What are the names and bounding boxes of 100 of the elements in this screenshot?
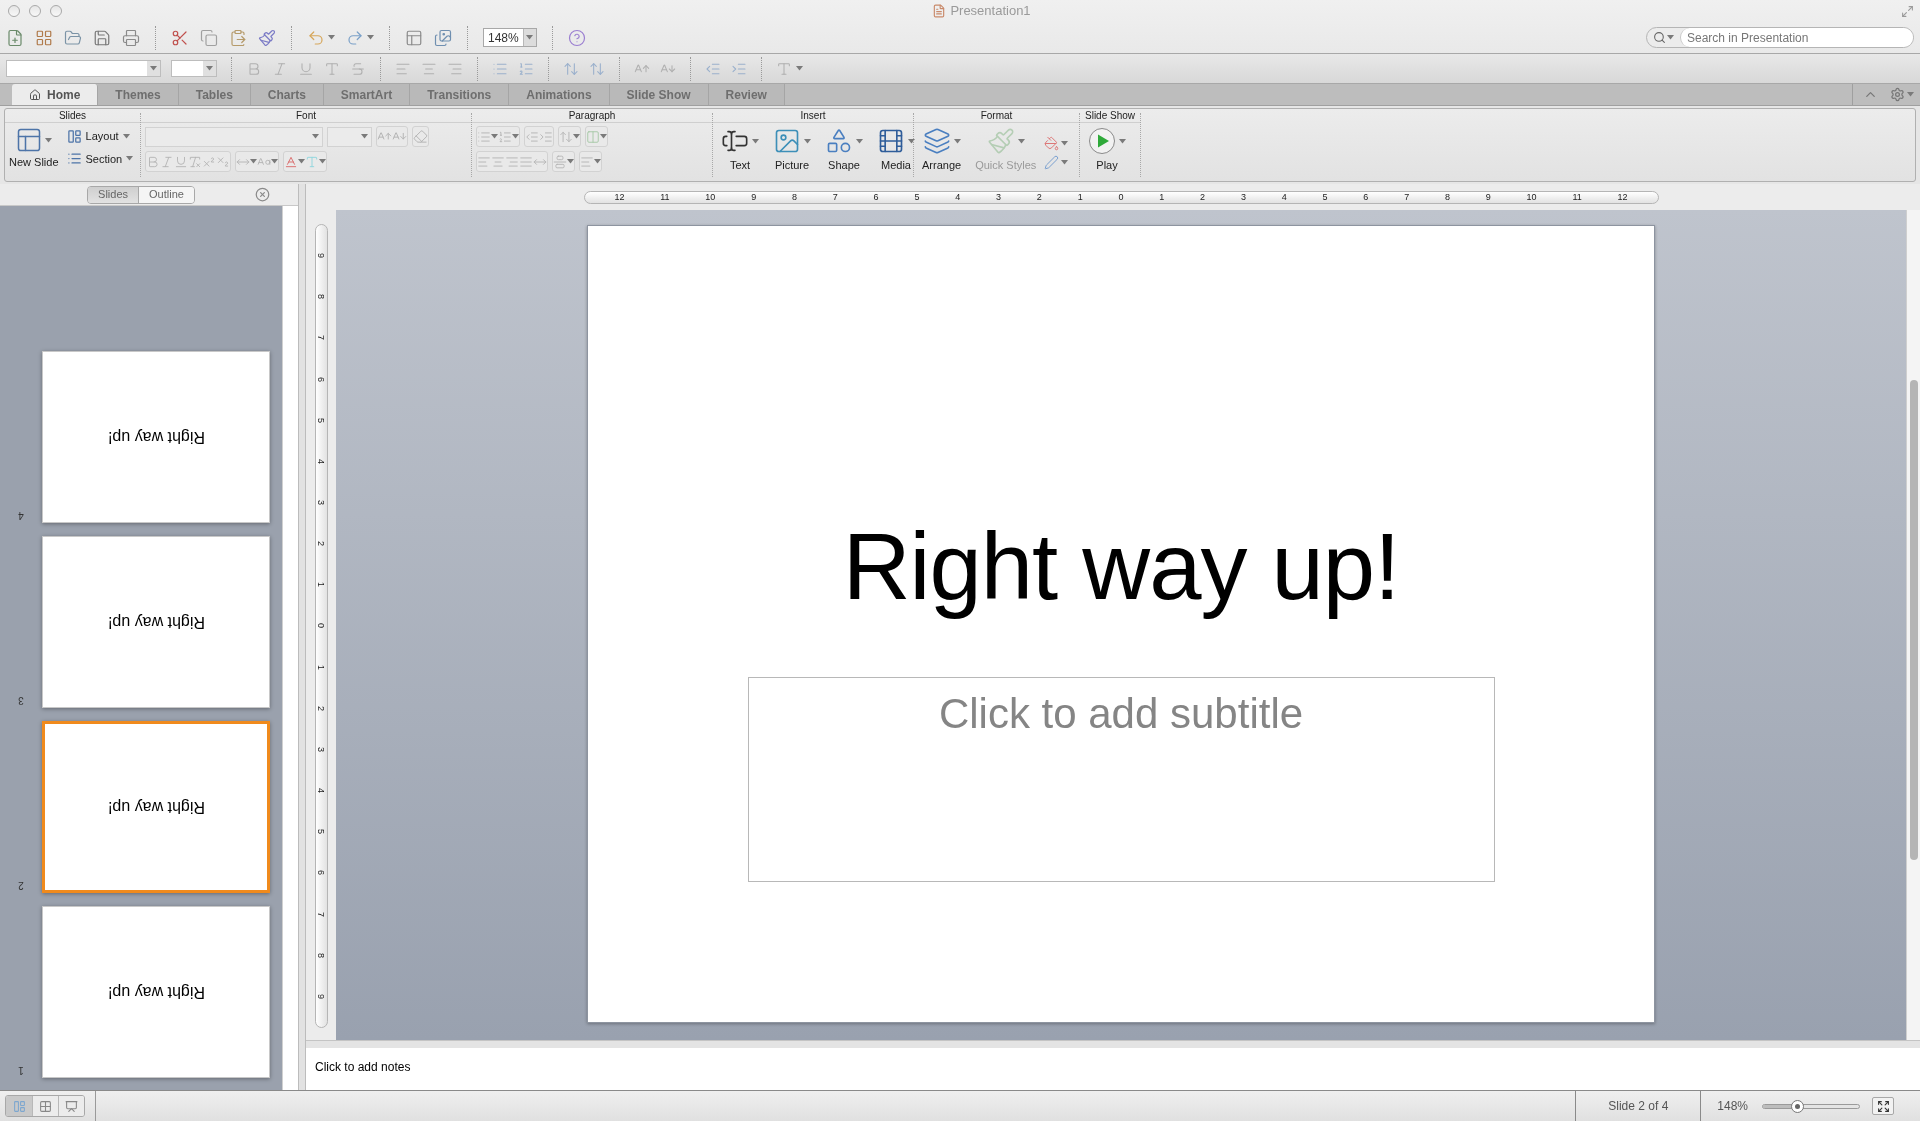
settings-icon[interactable]	[1890, 87, 1905, 102]
ribbon-button[interactable]: Arrange	[920, 127, 964, 174]
slide-thumbnail[interactable]: Right way up!	[42, 721, 270, 893]
scrollbar-thumb[interactable]	[1909, 380, 1918, 860]
ribbon-button[interactable]: Text	[719, 127, 761, 174]
normal-view-button[interactable]	[6, 1096, 32, 1116]
dropdown-caret-icon[interactable]	[206, 66, 213, 71]
dropdown-caret-icon[interactable]	[250, 159, 257, 164]
fit-to-window-button[interactable]	[1872, 1097, 1894, 1115]
decrease-indent-icon[interactable]	[525, 129, 539, 144]
notes-placeholder[interactable]: Click to add notes	[315, 1060, 411, 1074]
dropdown-caret-icon[interactable]	[319, 159, 326, 164]
numbered-list-icon[interactable]	[498, 129, 512, 144]
redo-icon[interactable]	[346, 28, 364, 47]
dropdown-caret-icon[interactable]	[491, 134, 498, 139]
italic-icon[interactable]	[160, 154, 174, 169]
vertical-ruler[interactable]: 9 8 7 6 5 4 3 2 1 0 1 2 3 4 5 6 7 8 9	[314, 224, 328, 1028]
italic-icon[interactable]	[272, 60, 288, 77]
layout-button[interactable]: Layout	[66, 128, 134, 145]
window-control-button[interactable]	[29, 5, 41, 17]
dropdown-caret-icon[interactable]	[367, 35, 374, 40]
splitter-bar[interactable]	[298, 184, 306, 1090]
slide-sorter-button[interactable]	[32, 1096, 58, 1116]
help-icon[interactable]	[567, 28, 586, 47]
dropdown-caret-icon[interactable]	[796, 66, 803, 71]
new-file-icon[interactable]	[6, 28, 24, 47]
dropdown-caret-icon[interactable]	[573, 134, 580, 139]
gallery-icon[interactable]	[35, 28, 53, 47]
fullscreen-icon[interactable]	[1901, 4, 1914, 18]
undo-icon[interactable]	[307, 28, 325, 47]
dropdown-caret-icon[interactable]	[600, 134, 607, 139]
dropdown-caret-icon[interactable]	[298, 159, 305, 164]
dropdown-caret-icon[interactable]	[328, 35, 335, 40]
presenter-view-button[interactable]	[58, 1096, 84, 1116]
font-size-field[interactable]	[171, 60, 217, 77]
slide-layout-icon[interactable]	[405, 28, 423, 47]
section-button[interactable]: Section	[66, 150, 134, 167]
superscript-icon[interactable]	[202, 154, 216, 169]
scrollbar-track[interactable]	[282, 206, 298, 1090]
dropdown-caret-icon[interactable]	[1907, 92, 1914, 97]
dropdown-caret-icon[interactable]	[594, 159, 601, 164]
justify-icon[interactable]	[519, 154, 533, 169]
ribbon-button[interactable]: Media	[875, 127, 917, 174]
dropdown-caret-icon[interactable]	[804, 138, 811, 144]
horizontal-ruler[interactable]: 12 11 10 9 8 7 6 5 4 3 2 1 0 1 2 3 4 5 6 7 8 9 10 11 12	[583, 190, 1659, 204]
dropdown-caret-icon[interactable]	[150, 66, 157, 71]
ribbon-button[interactable]: Picture	[771, 127, 813, 174]
underline-icon[interactable]	[174, 154, 188, 169]
zoom-field[interactable]: 148%	[483, 28, 537, 47]
window-control-button[interactable]	[50, 5, 62, 17]
font-size-field[interactable]	[327, 126, 372, 147]
new-slide-button[interactable]: New Slide	[9, 126, 59, 171]
paste-icon[interactable]	[229, 28, 247, 47]
save-icon[interactable]	[93, 28, 111, 47]
slide-thumbnail[interactable]: Right way up!	[42, 351, 270, 523]
dropdown-caret-icon[interactable]	[271, 159, 278, 164]
print-icon[interactable]	[122, 28, 140, 47]
dropdown-caret-icon[interactable]	[953, 138, 961, 144]
fill-icon[interactable]	[1044, 135, 1060, 151]
bold-icon[interactable]	[246, 60, 262, 77]
close-icon[interactable]	[255, 187, 270, 202]
subscript-icon[interactable]	[216, 154, 230, 169]
view-tab[interactable]: Slides	[88, 186, 139, 203]
scrollbar-track[interactable]	[1906, 210, 1920, 1040]
align-center-icon[interactable]	[491, 154, 505, 169]
format-painter-icon[interactable]	[258, 28, 276, 47]
slide-thumbnail[interactable]: Right way up!	[42, 906, 270, 1078]
text-align-icon[interactable]	[553, 154, 567, 169]
numbered-list-icon[interactable]	[518, 60, 534, 77]
dropdown-caret-icon[interactable]	[122, 133, 130, 139]
dropdown-caret-icon[interactable]	[526, 35, 534, 40]
dropdown-caret-icon[interactable]	[1119, 138, 1126, 144]
window-control-button[interactable]	[8, 5, 20, 17]
bold-icon[interactable]	[146, 154, 160, 169]
copy-icon[interactable]	[200, 28, 218, 47]
ribbon-button[interactable]: Shape	[823, 127, 865, 174]
font-name-field[interactable]	[145, 126, 323, 147]
slide-thumbnail[interactable]: Right way up!	[42, 536, 270, 708]
underline-icon[interactable]	[298, 60, 314, 77]
cut-icon[interactable]	[171, 28, 189, 47]
dropdown-caret-icon[interactable]	[312, 134, 319, 139]
dropdown-caret-icon[interactable]	[752, 138, 759, 144]
line-spacing-up-icon[interactable]	[563, 60, 579, 77]
dropdown-caret-icon[interactable]	[1061, 140, 1069, 146]
dropdown-caret-icon[interactable]	[361, 134, 368, 139]
slide[interactable]: Right way up! Click to add subtitle	[587, 225, 1655, 1023]
dropdown-caret-icon[interactable]	[567, 159, 574, 164]
dropdown-caret-icon[interactable]	[908, 138, 915, 144]
align-right-icon[interactable]	[505, 154, 519, 169]
increase-indent-icon[interactable]	[539, 129, 553, 144]
search-field[interactable]: Search in Presentation	[1646, 27, 1914, 48]
dropdown-caret-icon[interactable]	[512, 134, 519, 139]
slide-title[interactable]: Right way up!	[842, 512, 1400, 622]
ribbon-tab[interactable]: Home	[12, 84, 99, 105]
dropdown-caret-icon[interactable]	[1061, 159, 1069, 165]
dropdown-caret-icon[interactable]	[856, 138, 863, 144]
font-name-field[interactable]	[6, 60, 161, 77]
dropdown-caret-icon[interactable]	[126, 156, 134, 162]
dropdown-caret-icon[interactable]	[1667, 35, 1674, 40]
clear-formatting-icon[interactable]	[413, 129, 428, 144]
